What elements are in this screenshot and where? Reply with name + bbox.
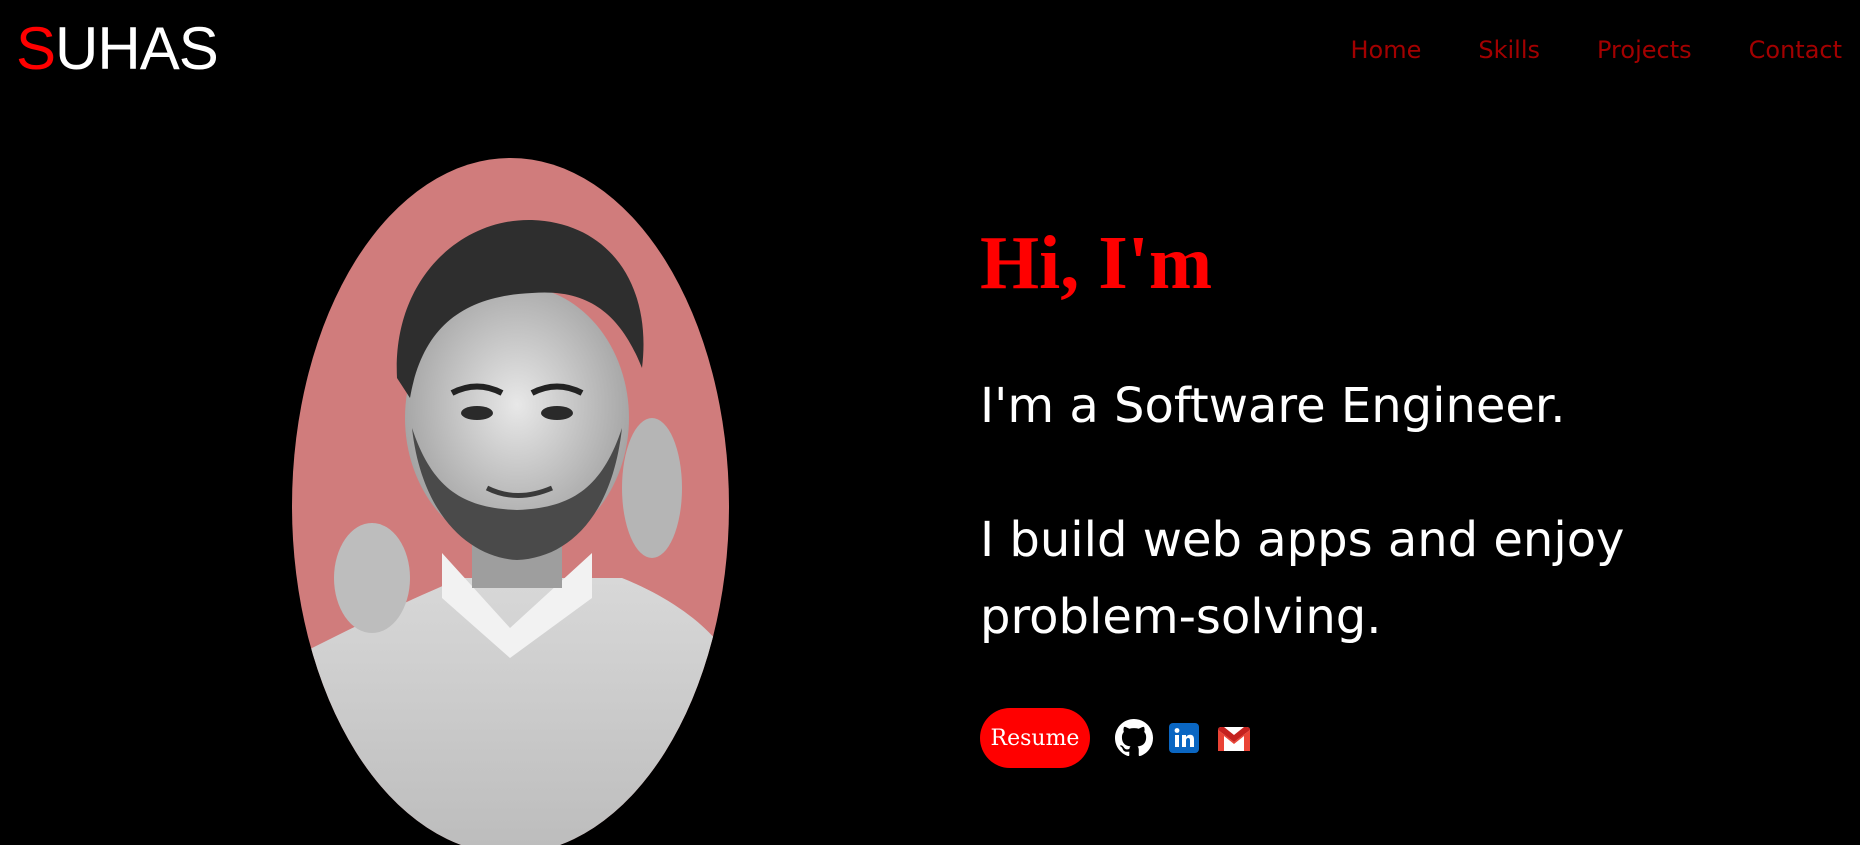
about-text: I build web apps and enjoy problem-solvi…	[980, 512, 1625, 645]
github-icon[interactable]	[1115, 719, 1153, 757]
profile-photo	[292, 158, 729, 845]
nav-link-home[interactable]: Home	[1350, 30, 1421, 70]
nav-link-skills[interactable]: Skills	[1478, 30, 1540, 70]
logo-first-letter: S	[16, 15, 56, 82]
hero-actions: Resume	[980, 708, 1265, 768]
nav-link-projects[interactable]: Projects	[1597, 30, 1692, 70]
main-nav: Home Skills Projects Contact	[1350, 30, 1842, 70]
resume-button[interactable]: Resume	[980, 708, 1090, 768]
linkedin-icon[interactable]	[1165, 719, 1203, 757]
logo-rest: UHAS	[55, 15, 219, 82]
gmail-icon[interactable]	[1215, 719, 1253, 757]
role-text: I'm a Software Engineer.	[980, 378, 1566, 434]
site-logo[interactable]: SUHAS	[16, 14, 219, 84]
greeting-heading: Hi, I'm	[980, 221, 1213, 305]
nav-link-contact[interactable]: Contact	[1749, 30, 1842, 70]
